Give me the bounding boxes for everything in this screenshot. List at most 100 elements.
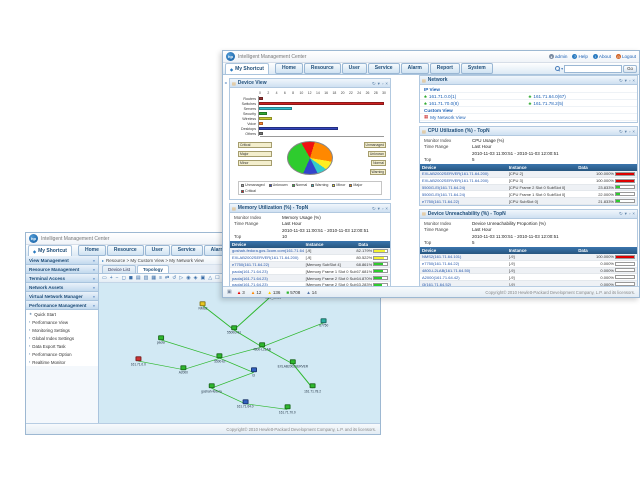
close-icon[interactable]: × (632, 129, 635, 134)
refresh-icon[interactable]: ↻ (619, 78, 623, 83)
table-row[interactable]: EXLAB2002SERVER(161.71.64.200)[CPU 2]100… (420, 171, 637, 178)
table-row[interactable]: e7750(161.71.64.22)[-9]0.000% (420, 261, 637, 268)
sidebar-item-global-index-settings[interactable]: ▪Global Index Settings (26, 334, 98, 342)
logout-link[interactable]: ⏻ Logout (616, 54, 636, 59)
major-alarm[interactable]: ▲12 (251, 290, 262, 295)
sidebar-item-data-export-task[interactable]: ▪Data Export Task (26, 342, 98, 350)
topology-node[interactable]: paola (157, 335, 165, 345)
topology-node[interactable]: 4800-L2LAB (253, 342, 271, 352)
restore-icon[interactable]: ▫ (382, 206, 384, 211)
device-cell[interactable]: 5500G-EI(161.71.64.24) (420, 192, 507, 197)
table-row[interactable]: A2000(161.71.64.42)[-9]0.000% (420, 274, 637, 281)
sidebar-section-network-assets[interactable]: Network Assets» (26, 283, 98, 292)
device-cell[interactable]: e7750(161.71.64.22) (230, 262, 304, 267)
device-cell[interactable]: e7750(161.71.64.22) (420, 261, 507, 266)
table-row[interactable]: 4800-L2LAB(161.71.64.50)[-9]0.000% (420, 268, 637, 275)
menu-item-resource[interactable]: Resource (107, 245, 144, 256)
topology-node[interactable]: 161.71.70.0 (279, 405, 296, 415)
sidebar-item-realtime-monitor[interactable]: ▪Realtime Monitor (26, 358, 98, 366)
custom-view-link[interactable]: Custom View (424, 108, 453, 113)
admin-user-link[interactable]: ● admin (549, 54, 568, 59)
alarm-icon[interactable]: △ (208, 275, 212, 281)
critical-alarm[interactable]: ▲3 (237, 290, 245, 295)
sidebar-item-quick-start[interactable]: ★Quick Start (26, 310, 98, 318)
table-row[interactable]: paola(161.71.64.23)[Memory Frame 1 Slot … (230, 268, 390, 275)
subnet-link[interactable]: ♣161.71.0.0(1) (424, 94, 529, 99)
refresh-icon[interactable]: ↻ (372, 81, 376, 86)
refresh-icon[interactable]: ↻ (619, 211, 623, 216)
table-row[interactable]: EXLAB2002SERVER(161.71.64.200)[CPU 3]100… (420, 178, 637, 185)
search-scope-dropdown[interactable]: ▾ (561, 66, 563, 71)
refresh-icon[interactable]: ↺ (172, 275, 176, 281)
table-row[interactable]: 5500G-EI(161.71.64.24)[CPU Frame 2 Slot … (420, 185, 637, 192)
menu-item-system[interactable]: System (461, 63, 493, 74)
unknown-alarm[interactable]: ▲14 (306, 290, 317, 295)
help-link[interactable]: ? Help (572, 54, 587, 59)
table-row[interactable]: 5500G-EI(161.71.64.24)[CPU Frame 1 Slot … (420, 191, 637, 198)
subnet-link[interactable]: ♣161.71.78.2(5) (529, 101, 634, 106)
device-cell[interactable]: 5500G-EI(161.71.64.24) (420, 185, 507, 190)
refresh-icon[interactable]: ↻ (372, 206, 376, 211)
refresh-icon[interactable]: ↻ (619, 129, 623, 134)
device-cell[interactable]: EXLAB2002SERVER(161.71.64.200) (420, 178, 507, 183)
topology-node[interactable]: goshah-fedora (201, 383, 222, 393)
topology-node[interactable]: 5500-EI (214, 354, 225, 364)
diamond-icon[interactable]: ◈ (194, 275, 198, 281)
device-cell[interactable]: NMS2(161.71.64.101) (420, 254, 507, 259)
device-cell[interactable]: A2000(161.71.64.42) (420, 275, 507, 280)
front-shortcut-tab[interactable]: ◆ My Shortcut (225, 63, 269, 74)
topology-node[interactable]: e7750 (319, 318, 328, 328)
restore-icon[interactable]: ▫ (629, 211, 631, 216)
topology-map[interactable]: core_56.21NMS2e7750paola5500G-EI4800-L2L… (99, 283, 380, 425)
topology-node[interactable]: NMS2 (199, 301, 208, 311)
collapse-pane-button[interactable]: ◂ (223, 78, 228, 87)
device-cell[interactable]: goshah-fedora.gos.3com.com(161.71.64.94) (230, 248, 304, 253)
topology-node[interactable]: 161.71.78.2 (304, 383, 321, 393)
topology-node[interactable]: 161.71.0.0 (131, 356, 146, 366)
topology-node[interactable]: i3 (251, 368, 257, 378)
sidebar-section-view-management[interactable]: View Management» (26, 256, 98, 265)
table-row[interactable]: e7750(161.71.64.22)[Memory SubSlot 4]68.… (230, 262, 390, 269)
save-icon[interactable]: ◼ (129, 275, 133, 281)
close-icon[interactable]: × (632, 78, 635, 83)
fit-view-icon[interactable]: ◻ (122, 275, 126, 281)
zoom-in-icon[interactable]: + (110, 275, 113, 281)
table-row[interactable]: EXLAB2002SERVER(161.71.64.200)[-9]80.522… (230, 255, 390, 262)
swap-icon[interactable]: ⇄ (165, 275, 169, 281)
device-cell[interactable]: paola(161.71.64.23) (230, 269, 304, 274)
close-icon[interactable]: × (385, 81, 388, 86)
alarm-sound-icon[interactable]: ▣ (227, 289, 232, 295)
table-row[interactable]: goshah-fedora.gos.3com.com(161.71.64.94)… (230, 248, 390, 255)
tab-device-list[interactable]: Device List (102, 265, 136, 273)
menu-item-home[interactable]: Home (275, 63, 303, 74)
play-icon[interactable]: ▷ (179, 275, 183, 281)
sidebar-item-monitoring-settings[interactable]: ▪Monitoring Settings (26, 326, 98, 334)
collapse-icon[interactable]: ▾ (378, 81, 380, 86)
topology-node[interactable]: EXLAB2002SERVER (278, 359, 308, 369)
subnet-link[interactable]: ♣161.71.64.0(67) (529, 94, 634, 99)
restore-icon[interactable]: ▫ (382, 81, 384, 86)
tab-topology[interactable]: Topology (137, 265, 169, 273)
table-row[interactable]: paola(161.71.64.23)[Memory Frame 2 Slot … (230, 275, 390, 282)
collapse-icon[interactable]: ▾ (625, 211, 627, 216)
menu-item-user[interactable]: User (145, 245, 170, 256)
select-icon[interactable]: ▭ (102, 275, 107, 281)
collapse-icon[interactable]: ▾ (625, 129, 627, 134)
sidebar-section-virtual-network-manager[interactable]: Virtual Network Manager» (26, 292, 98, 301)
list-icon[interactable]: ≡ (159, 275, 162, 281)
menu-item-resource[interactable]: Resource (304, 63, 341, 74)
menu-item-report[interactable]: Report (430, 63, 460, 74)
sidebar-item-performance-option[interactable]: ▪Performance Option (26, 350, 98, 358)
check-icon[interactable]: ☐ (215, 275, 219, 281)
topology-node[interactable]: 161.71.64.0 (237, 399, 254, 409)
about-link[interactable]: i About (593, 54, 611, 59)
device-cell[interactable]: EXLAB2002SERVER(161.71.64.200) (420, 171, 507, 176)
device-cell[interactable]: EXLAB2002SERVER(161.71.64.200) (230, 255, 304, 260)
ip-view-link[interactable]: IP View (424, 87, 440, 92)
menu-item-home[interactable]: Home (78, 245, 106, 256)
back-shortcut-tab[interactable]: ◆ My Shortcut (28, 245, 72, 256)
device-cell[interactable]: 4800-L2LAB(161.71.64.50) (420, 268, 507, 273)
subnet-link[interactable]: ♣161.71.70.0(8) (424, 101, 529, 106)
sidebar-section-resource-management[interactable]: Resource Management» (26, 265, 98, 274)
search-go-button[interactable]: Go (623, 65, 637, 73)
